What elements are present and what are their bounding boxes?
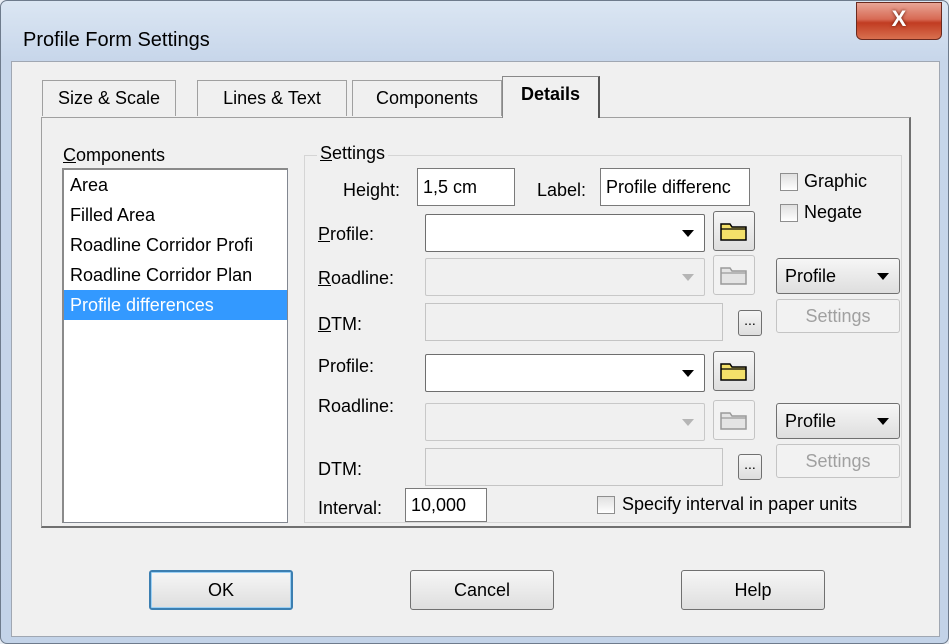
roadline-dropdown-2[interactable] [425,403,705,441]
chevron-down-icon [877,273,889,280]
negate-checkbox[interactable] [780,204,798,222]
paper-units-label: Specify interval in paper units [622,494,858,514]
dtm-input-2[interactable] [425,448,723,486]
details-tab-panel: Components Area Filled Area Roadline Cor… [41,117,911,528]
interval-label: Interval: [318,498,383,518]
dtm-label-2: DTM: [318,459,362,479]
tab-lines-text[interactable]: Lines & Text [197,80,347,116]
profile-browse-button-1[interactable] [713,211,755,251]
chevron-down-icon [682,419,694,426]
folder-icon [720,363,747,381]
interval-input[interactable]: 10,000 [405,488,487,522]
tab-details[interactable]: Details [502,76,600,118]
components-listbox[interactable]: Area Filled Area Roadline Corridor Profi… [62,168,288,523]
chevron-down-icon [877,418,889,425]
chevron-down-icon [682,230,694,237]
roadline-dropdown-1[interactable] [425,258,705,296]
profile-browse-button-2[interactable] [713,351,755,391]
dialog-client-area: Size & Scale Lines & Text Components Det… [11,61,940,637]
negate-label: Negate [804,202,863,222]
profile-mode-dropdown-1[interactable]: Profile [776,258,900,294]
profile-dropdown-1[interactable] [425,214,705,252]
chevron-down-icon [682,274,694,281]
graphic-label: Graphic [804,171,868,191]
list-item[interactable]: Roadline Corridor Profi [64,230,287,260]
height-label: Height: [343,180,401,200]
settings-label: Settings [317,143,389,164]
tab-size-scale[interactable]: Size & Scale [42,80,176,116]
close-icon[interactable]: X [857,6,941,32]
dialog-window: Profile Form Settings X Size & Scale Lin… [0,0,949,644]
components-label: Components [63,145,166,165]
settings-button-1: Settings [776,299,900,333]
paper-units-checkbox[interactable] [597,496,615,514]
folder-icon [720,412,747,430]
profile-label-2: Profile: [318,356,375,376]
graphic-checkbox[interactable] [780,173,798,191]
help-button[interactable]: Help [681,570,825,610]
profile-label-1: Profile: [318,224,375,244]
height-input[interactable]: 1,5 cm [417,168,515,206]
ok-button[interactable]: OK [149,570,293,610]
roadline-browse-button-2[interactable] [713,400,755,440]
folder-icon [720,223,747,241]
dtm-label-1: DTM: [318,314,362,334]
folder-icon [720,267,747,285]
roadline-label-2: Roadline: [318,396,395,416]
dtm-browse-button-1[interactable]: ... [738,310,762,336]
roadline-label-1: Roadline: [318,268,395,288]
list-item[interactable]: Roadline Corridor Plan [64,260,287,290]
profile-dropdown-2[interactable] [425,354,705,392]
dtm-browse-button-2[interactable]: ... [738,454,762,480]
profile-mode-dropdown-2[interactable]: Profile [776,403,900,439]
label-label: Label: [537,180,587,200]
label-input[interactable]: Profile differenc [600,168,750,206]
list-item-selected[interactable]: Profile differences [64,290,287,320]
list-item[interactable]: Area [64,170,287,200]
tab-components[interactable]: Components [352,80,502,116]
dtm-input-1[interactable] [425,303,723,341]
list-item[interactable]: Filled Area [64,200,287,230]
cancel-button[interactable]: Cancel [410,570,554,610]
roadline-browse-button-1[interactable] [713,255,755,295]
window-title: Profile Form Settings [23,29,210,51]
chevron-down-icon [682,370,694,377]
settings-button-2: Settings [776,444,900,478]
close-button[interactable]: X [856,2,942,40]
